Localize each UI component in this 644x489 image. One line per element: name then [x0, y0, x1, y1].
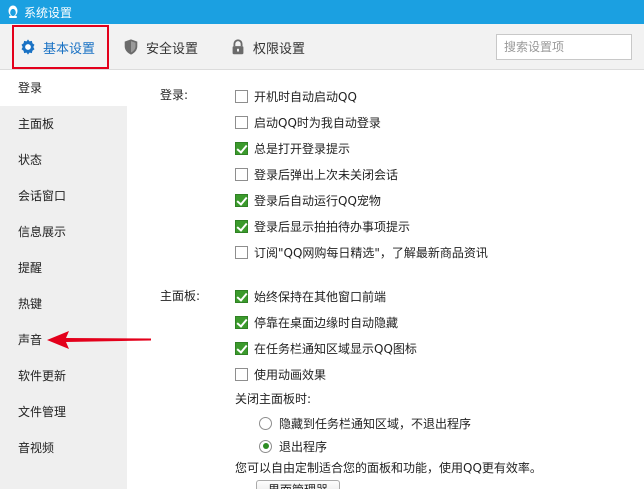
- checkbox[interactable]: [235, 367, 248, 381]
- interface-manager-button[interactable]: 界面管理器: [256, 480, 340, 489]
- sidebar-item-hotkey[interactable]: 热键: [0, 286, 127, 322]
- option-login-tips[interactable]: 总是打开登录提示: [235, 139, 350, 157]
- tab-security-settings[interactable]: 安全设置: [122, 24, 198, 70]
- option-auto-hide[interactable]: 停靠在桌面边缘时自动隐藏: [235, 313, 398, 331]
- lock-icon: [232, 39, 244, 55]
- sidebar-item-file-management[interactable]: 文件管理: [0, 394, 127, 430]
- option-auto-login[interactable]: 启动QQ时为我自动登录: [235, 113, 381, 131]
- checkbox[interactable]: [235, 289, 248, 303]
- checkbox[interactable]: [235, 193, 248, 207]
- checkbox[interactable]: [235, 115, 248, 129]
- option-exit-program[interactable]: 退出程序: [259, 437, 327, 455]
- tab-label: 基本设置: [43, 41, 96, 57]
- close-panel-label: 关闭主面板时:: [235, 392, 312, 406]
- option-label: 使用动画效果: [254, 367, 327, 382]
- option-auto-start[interactable]: 开机时自动启动QQ: [235, 87, 357, 105]
- search-input[interactable]: 搜索设置项: [496, 34, 632, 60]
- option-label: 登录后自动运行QQ宠物: [254, 193, 381, 208]
- option-qq-pet[interactable]: 登录后自动运行QQ宠物: [235, 191, 381, 209]
- window-title: 系统设置: [24, 5, 73, 20]
- checkbox[interactable]: [235, 167, 248, 181]
- sidebar-item-info-display[interactable]: 信息展示: [0, 214, 127, 250]
- option-label: 登录后显示拍拍待办事项提示: [254, 219, 411, 234]
- option-always-on-top[interactable]: 始终保持在其他窗口前端: [235, 287, 386, 305]
- sidebar-item-login[interactable]: 登录: [0, 70, 127, 106]
- option-label: 停靠在桌面边缘时自动隐藏: [254, 315, 399, 330]
- checkbox[interactable]: [235, 89, 248, 103]
- option-label: 总是打开登录提示: [254, 141, 351, 156]
- option-label: 始终保持在其他窗口前端: [254, 289, 387, 304]
- login-section-label: 登录:: [160, 88, 189, 102]
- option-label: 在任务栏通知区域显示QQ图标: [254, 341, 417, 356]
- radio-button[interactable]: [259, 416, 272, 430]
- sidebar-item-main-panel[interactable]: 主面板: [0, 106, 127, 142]
- option-label: 退出程序: [279, 439, 328, 454]
- option-label: 订阅"QQ网购每日精选"，了解最新商品资讯: [254, 245, 488, 260]
- option-label: 登录后弹出上次未关闭会话: [254, 167, 399, 182]
- tab-permission-settings[interactable]: 权限设置: [229, 24, 305, 70]
- option-label: 隐藏到任务栏通知区域，不退出程序: [279, 416, 472, 431]
- option-label: 开机时自动启动QQ: [254, 89, 357, 104]
- checkbox[interactable]: [235, 245, 248, 259]
- checkbox[interactable]: [235, 141, 248, 155]
- option-label: 启动QQ时为我自动登录: [254, 115, 381, 130]
- radio-button[interactable]: [259, 439, 272, 453]
- tab-basic-settings[interactable]: 基本设置: [12, 25, 109, 69]
- sidebar-item-status[interactable]: 状态: [0, 142, 127, 178]
- checkbox[interactable]: [235, 341, 248, 355]
- tab-label: 权限设置: [253, 41, 306, 57]
- checkbox[interactable]: [235, 315, 248, 329]
- sidebar-item-reminder[interactable]: 提醒: [0, 250, 127, 286]
- option-tray-icon[interactable]: 在任务栏通知区域显示QQ图标: [235, 339, 417, 357]
- qq-penguin-icon: [8, 5, 18, 18]
- tab-label: 安全设置: [146, 41, 199, 57]
- shield-icon: [124, 39, 138, 55]
- settings-tab-bar: 基本设置 安全设置 权限设置 搜索设置项: [0, 24, 644, 70]
- sidebar-item-audio-video[interactable]: 音视频: [0, 430, 127, 466]
- title-bar: 系统设置: [0, 0, 644, 24]
- option-subscribe-shopping[interactable]: 订阅"QQ网购每日精选"，了解最新商品资讯: [235, 243, 488, 261]
- option-paipai-todo[interactable]: 登录后显示拍拍待办事项提示: [235, 217, 410, 235]
- option-hide-to-tray[interactable]: 隐藏到任务栏通知区域，不退出程序: [259, 414, 471, 432]
- customize-hint: 您可以自由定制适合您的面板和功能，使用QQ更有效率。: [235, 461, 542, 475]
- panel-section-label: 主面板:: [160, 289, 201, 303]
- sidebar-item-chat-window[interactable]: 会话窗口: [0, 178, 127, 214]
- gear-icon: [21, 39, 35, 55]
- option-restore-sessions[interactable]: 登录后弹出上次未关闭会话: [235, 165, 398, 183]
- option-animation[interactable]: 使用动画效果: [235, 365, 326, 383]
- sidebar: 登录 主面板 状态 会话窗口 信息展示 提醒 热键 声音 软件更新 文件管理 音…: [0, 70, 127, 489]
- checkbox[interactable]: [235, 219, 248, 233]
- sidebar-item-software-update[interactable]: 软件更新: [0, 358, 127, 394]
- settings-content: 登录: 开机时自动启动QQ 启动QQ时为我自动登录 总是打开登录提示 登录后弹出…: [127, 70, 644, 489]
